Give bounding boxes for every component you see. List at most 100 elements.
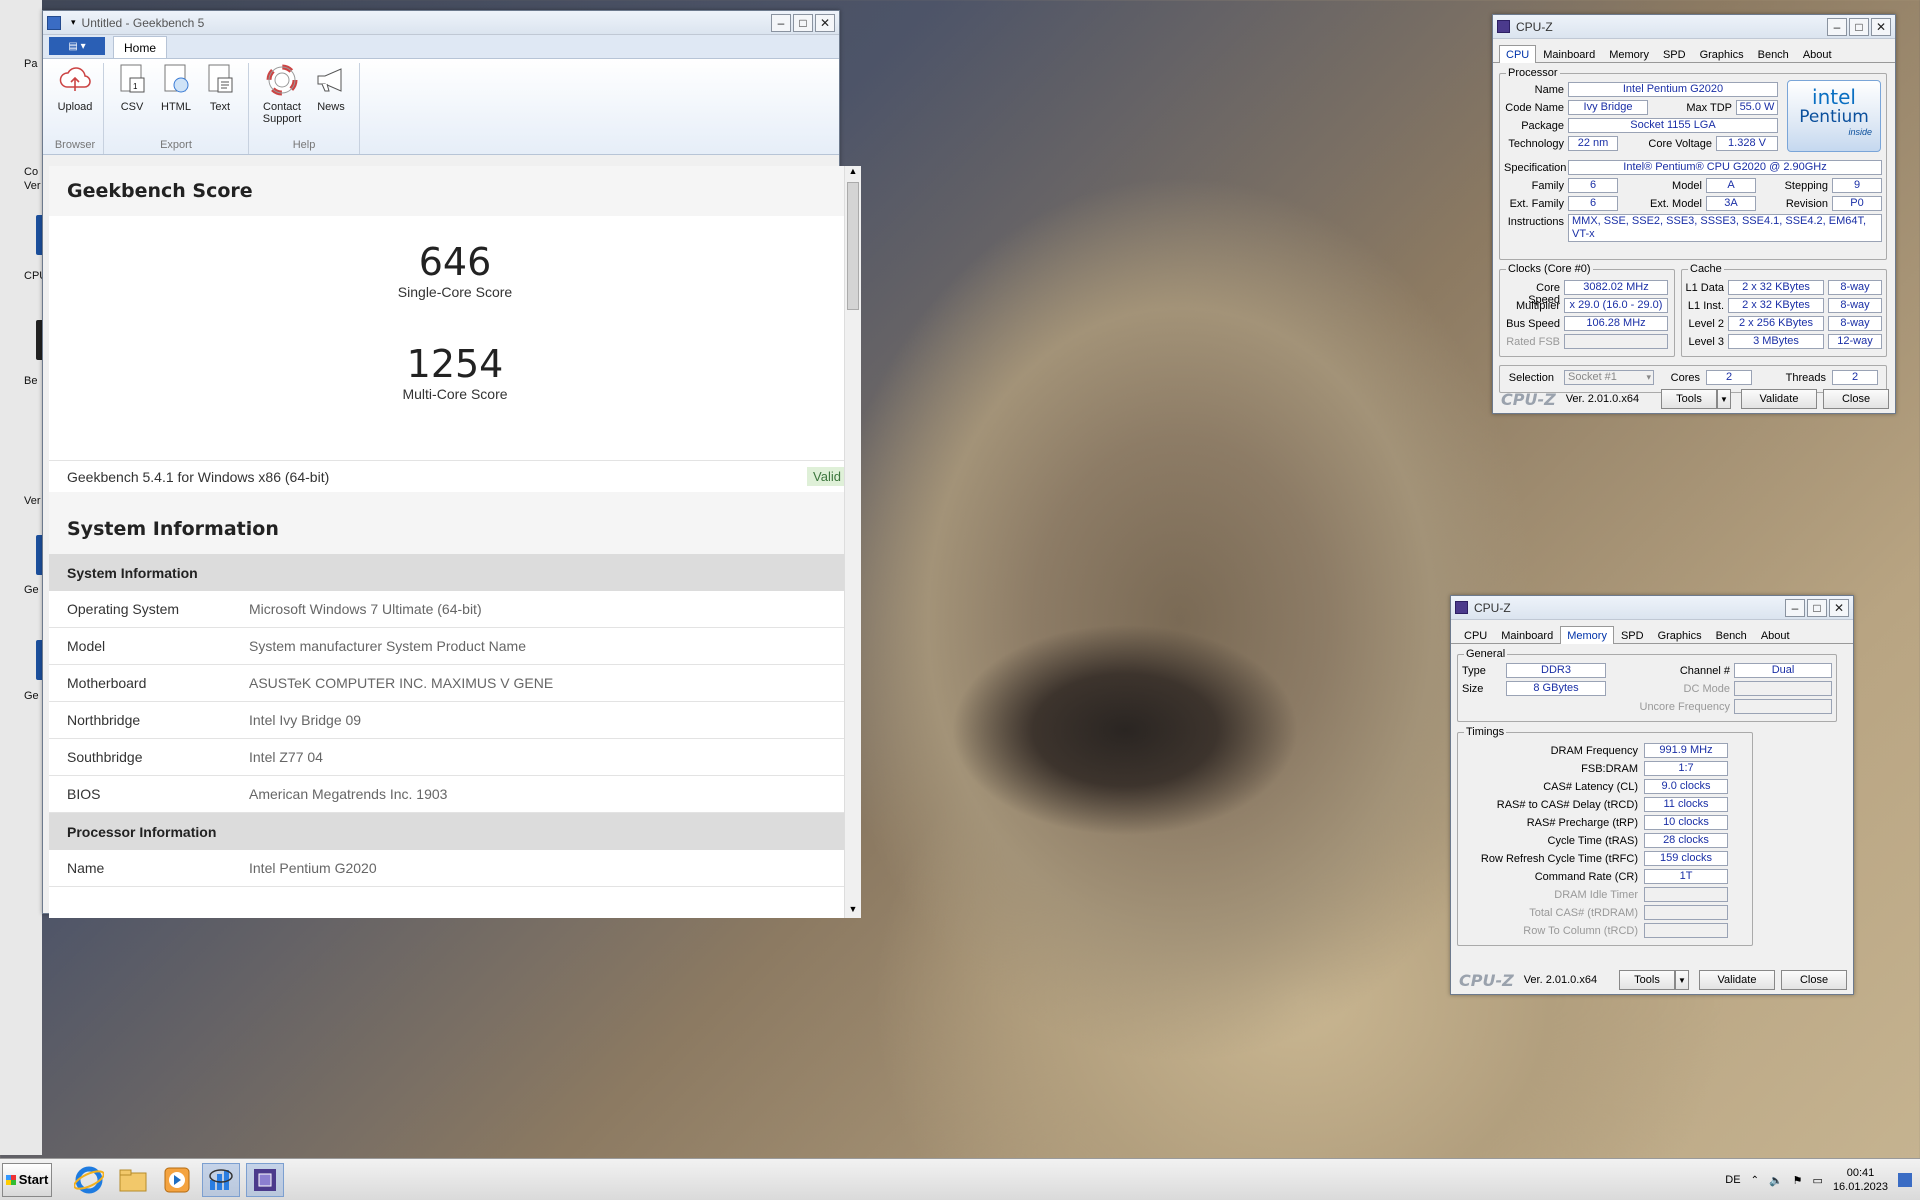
windows-logo-icon <box>5 1174 16 1185</box>
ribbon-item-label: Text <box>209 101 231 113</box>
cpuz-titlebar[interactable]: CPU-Z – □ ✕ <box>1451 596 1853 620</box>
row-value: Intel Ivy Bridge 09 <box>249 712 362 728</box>
network-icon[interactable]: ▭ <box>1813 1174 1823 1187</box>
timing-label: Command Rate (CR) <box>1534 871 1638 883</box>
instructions-label: Instructions <box>1507 216 1564 228</box>
row-value: Intel Z77 04 <box>249 749 323 765</box>
model-value: A <box>1706 178 1756 193</box>
tab-cpu[interactable]: CPU <box>1457 626 1494 643</box>
timings-fieldset: Timings DRAM Frequency 991.9 MHz FSB:DRAM 1… <box>1457 726 1753 946</box>
tab-memory[interactable]: Memory <box>1602 45 1656 62</box>
tab-memory[interactable]: Memory <box>1560 626 1614 644</box>
taskbar: Start DE ⌃ 🔈 ⚑ ▭ 00:41 16.01.2023 <box>0 1158 1920 1200</box>
clock[interactable]: 00:41 16.01.2023 <box>1833 1166 1888 1194</box>
row-key: BIOS <box>67 786 101 802</box>
timing-value: 1T <box>1644 869 1728 884</box>
export-csv-button[interactable]: 1 CSV <box>110 63 154 139</box>
tab-spd[interactable]: SPD <box>1614 626 1651 643</box>
maxtdp-label: Max TDP <box>1686 102 1732 114</box>
close-button[interactable]: ✕ <box>815 13 835 32</box>
geekbench-taskbar-icon[interactable] <box>202 1162 240 1197</box>
tab-bench[interactable]: Bench <box>1709 626 1754 643</box>
close-footer-button[interactable]: Close <box>1781 970 1847 990</box>
export-html-button[interactable]: HTML <box>154 63 198 139</box>
vertical-scrollbar[interactable]: ▲ ▼ <box>844 166 861 918</box>
tab-graphics[interactable]: Graphics <box>1651 626 1709 643</box>
level3-label: Level 3 <box>1688 336 1724 348</box>
scroll-up-arrow-icon[interactable]: ▲ <box>845 166 861 180</box>
tab-graphics[interactable]: Graphics <box>1693 45 1751 62</box>
minimize-button[interactable]: – <box>1785 598 1805 617</box>
show-hidden-icons-icon[interactable]: ⌃ <box>1751 1175 1759 1186</box>
cpuz-taskbar-icon[interactable] <box>246 1162 284 1197</box>
timing-label: Row To Column (tRCD) <box>1523 925 1638 937</box>
media-player-icon[interactable] <box>158 1163 196 1197</box>
type-value: DDR3 <box>1506 663 1606 678</box>
table-row: Southbridge Intel Z77 04 <box>49 739 861 776</box>
start-label: Start <box>18 1172 49 1187</box>
tab-spd[interactable]: SPD <box>1656 45 1693 62</box>
show-desktop-button[interactable] <box>1898 1173 1912 1187</box>
threads-label: Threads <box>1785 372 1826 384</box>
maximize-button[interactable]: □ <box>1807 598 1827 617</box>
row-value: Intel Pentium G2020 <box>249 860 377 876</box>
news-button[interactable]: News <box>309 63 353 139</box>
close-button[interactable]: ✕ <box>1871 17 1891 36</box>
upload-button[interactable]: Upload <box>53 63 97 139</box>
window-title: Untitled - Geekbench 5 <box>81 15 205 30</box>
package-label: Package <box>1521 120 1564 132</box>
validate-button[interactable]: Validate <box>1699 970 1775 990</box>
volume-icon[interactable]: 🔈 <box>1769 1174 1783 1187</box>
action-center-flag-icon[interactable]: ⚑ <box>1793 1174 1803 1187</box>
geekbench-titlebar[interactable]: ▾ Untitled - Geekbench 5 – □ ✕ <box>43 11 839 35</box>
maxtdp-value: 55.0 W <box>1736 100 1778 115</box>
tools-button[interactable]: Tools <box>1619 970 1675 990</box>
close-button[interactable]: ✕ <box>1829 598 1849 617</box>
socket-select[interactable]: Socket #1 ▾ <box>1564 370 1654 385</box>
row-key: Southbridge <box>67 749 143 765</box>
export-text-button[interactable]: Text <box>198 63 242 139</box>
tools-button[interactable]: Tools <box>1661 389 1717 409</box>
tab-mainboard[interactable]: Mainboard <box>1494 626 1560 643</box>
tab-about[interactable]: About <box>1754 626 1797 643</box>
ribbon-item-label: CSV <box>120 101 144 113</box>
minimize-button[interactable]: – <box>1827 17 1847 36</box>
row-key: Motherboard <box>67 675 147 691</box>
processor-fieldset: Processor Name Intel Pentium G2020 Code … <box>1499 67 1887 260</box>
uncore-frequency-value <box>1734 699 1832 714</box>
chevron-down-icon[interactable]: ▾ <box>1646 371 1651 384</box>
maximize-button[interactable]: □ <box>793 13 813 32</box>
results-view[interactable]: Geekbench Score 646 Single-Core Score 12… <box>49 166 861 918</box>
timing-value <box>1644 923 1728 938</box>
tab-bench[interactable]: Bench <box>1751 45 1796 62</box>
ribbon-group-label: Help <box>292 139 316 151</box>
cpuz-titlebar[interactable]: CPU-Z – □ ✕ <box>1493 15 1895 39</box>
tab-home[interactable]: Home <box>113 36 168 58</box>
tab-about[interactable]: About <box>1796 45 1839 62</box>
core-speed-value: 3082.02 MHz <box>1564 280 1668 295</box>
cores-label: Cores <box>1670 372 1700 384</box>
validate-button[interactable]: Validate <box>1741 389 1817 409</box>
file-explorer-icon[interactable] <box>114 1163 152 1197</box>
fieldset-legend: Processor <box>1506 67 1560 79</box>
tools-dropdown-icon[interactable]: ▼ <box>1717 389 1731 409</box>
app-menu-icon[interactable] <box>47 15 61 30</box>
minimize-button[interactable]: – <box>771 13 791 32</box>
tab-cpu[interactable]: CPU <box>1499 45 1537 63</box>
start-button[interactable]: Start <box>2 1162 52 1197</box>
scroll-down-arrow-icon[interactable]: ▼ <box>845 904 861 918</box>
ribbon-group-browser: Upload Browser <box>47 63 104 154</box>
tools-dropdown-icon[interactable]: ▼ <box>1675 970 1689 990</box>
valid-badge: Valid <box>807 467 847 486</box>
fieldset-legend: General <box>1464 648 1508 660</box>
tab-mainboard[interactable]: Mainboard <box>1536 45 1602 62</box>
maximize-button[interactable]: □ <box>1849 17 1869 36</box>
scrollbar-thumb[interactable] <box>847 182 859 310</box>
timing-label: Row Refresh Cycle Time (tRFC) <box>1480 853 1638 865</box>
language-indicator[interactable]: DE <box>1725 1174 1740 1186</box>
internet-explorer-icon[interactable] <box>70 1163 108 1197</box>
file-menu-button[interactable]: ▤ ▾ <box>49 37 105 55</box>
contact-support-button[interactable]: Contact Support <box>255 63 309 139</box>
desktop-label: Ge <box>24 690 39 702</box>
close-footer-button[interactable]: Close <box>1823 389 1889 409</box>
